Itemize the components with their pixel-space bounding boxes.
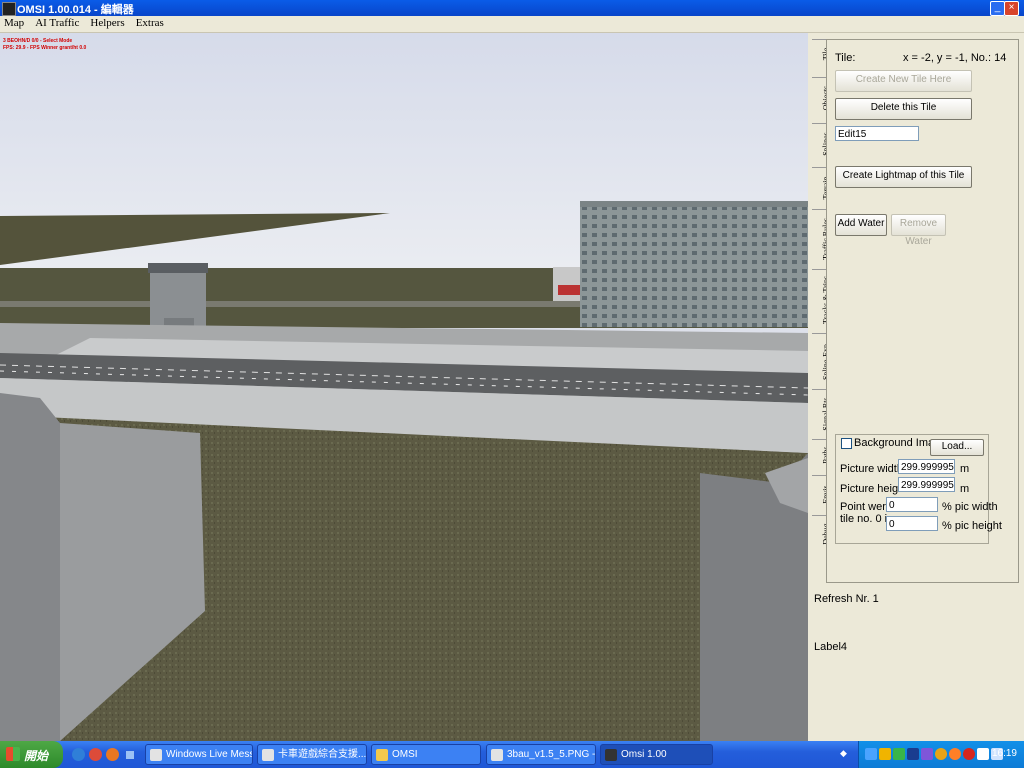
tile-label: Tile: [835,52,856,64]
menu-item-helpers[interactable]: Helpers [86,16,128,30]
point-label-line1: Point were [840,501,892,513]
update-icon[interactable] [935,748,947,760]
task-image-file[interactable]: 3bau_v1.5_5.PNG - ... [486,744,596,765]
picture-width-label: Picture width: [840,463,907,475]
clock[interactable]: 16:19 [992,748,1017,759]
system-tray: 16:19 [858,741,1024,768]
paint-icon [491,749,503,761]
remove-water-button[interactable]: Remove Water [891,214,946,247]
pic-width-label: % pic width [942,501,998,513]
task-omsi-app[interactable]: Omsi 1.00 [600,744,713,765]
omsi-app-icon [605,749,617,761]
pic-height-label: % pic height [942,520,1002,532]
menu-bar: Map AI Traffic Helpers Extras [0,16,1024,33]
network-icon[interactable] [865,748,877,760]
point-y-input[interactable]: 0 [886,516,938,531]
tile-tab-page: Tile: x = -2, y = -1, No.: 14 Create New… [826,39,1019,583]
task-omsi-folder[interactable]: OMSI [371,744,481,765]
label4: Label4 [814,641,848,653]
background-image-checkbox[interactable] [841,438,852,449]
app-tray-icon[interactable] [949,748,961,760]
app-icon [2,2,16,16]
internet-explorer-icon[interactable] [72,748,85,761]
editor-panel: Tile Objects Splines Terrain Traffic Rul… [808,33,1024,741]
debug-fps-line: FPS: 29.9 - FPS Winner grant/ht 0.0 [3,45,87,51]
picture-height-unit: m [960,483,970,495]
security-icon[interactable] [879,748,891,760]
minimize-button[interactable]: _ [990,1,1005,16]
tray-expand-icon[interactable]: ◆ [840,748,848,761]
windows-flag-icon [6,747,20,761]
firefox-icon[interactable] [106,748,119,761]
taskbar: 開始 Windows Live Messen... 卡車遊戲綜合支援... OM… [0,741,1024,768]
background-image-group: Background Image: Load... Picture width:… [835,434,1002,544]
menu-item-extras[interactable]: Extras [132,16,168,30]
antivirus-icon[interactable] [977,748,989,760]
picture-width-input[interactable]: 299.999995292 [898,459,955,474]
window-title: OMSI 1.00.014 - 編輯器 [17,4,134,16]
start-button[interactable]: 開始 [0,741,63,768]
task-browser[interactable]: 卡車遊戲綜合支援... [257,744,367,765]
quicklaunch-chevron-icon[interactable] [126,751,134,759]
close-icon[interactable]: × [1004,1,1019,16]
folder-icon [376,749,388,761]
delete-tile-button[interactable]: Delete this Tile [835,98,972,120]
messenger-tray-icon[interactable] [893,748,905,760]
debug-status-line: 3 BEOHN/D 0/0 - Select Mode [3,38,73,44]
chrome-icon[interactable] [89,748,102,761]
picture-width-unit: m [960,463,970,475]
window-titlebar[interactable]: OMSI 1.00.014 - 編輯器 _ × [0,0,1024,16]
refresh-label: Refresh Nr. 1 [814,593,879,605]
menu-item-ai-traffic[interactable]: AI Traffic [31,16,83,30]
messenger-icon [150,749,162,761]
menu-item-map[interactable]: Map [0,16,28,30]
edit-field[interactable]: Edit15 [835,126,919,141]
create-lightmap-button[interactable]: Create Lightmap of this Tile [835,166,972,188]
task-windows-live-messenger[interactable]: Windows Live Messen... [145,744,253,765]
display-icon[interactable] [921,748,933,760]
point-x-input[interactable]: 0 [886,497,938,512]
load-button[interactable]: Load... [930,439,984,456]
create-tile-button[interactable]: Create New Tile Here [835,70,972,92]
3d-viewport[interactable]: 3 BEOHN/D 0/0 - Select Mode FPS: 29.9 - … [0,33,808,741]
picture-height-input[interactable]: 299.999995292 [898,477,955,492]
blocked-icon[interactable] [963,748,975,760]
media-icon[interactable] [907,748,919,760]
tile-coordinates: x = -2, y = -1, No.: 14 [903,52,1007,64]
add-water-button[interactable]: Add Water [835,214,887,236]
scene-render [0,33,808,741]
browser-icon [262,749,274,761]
